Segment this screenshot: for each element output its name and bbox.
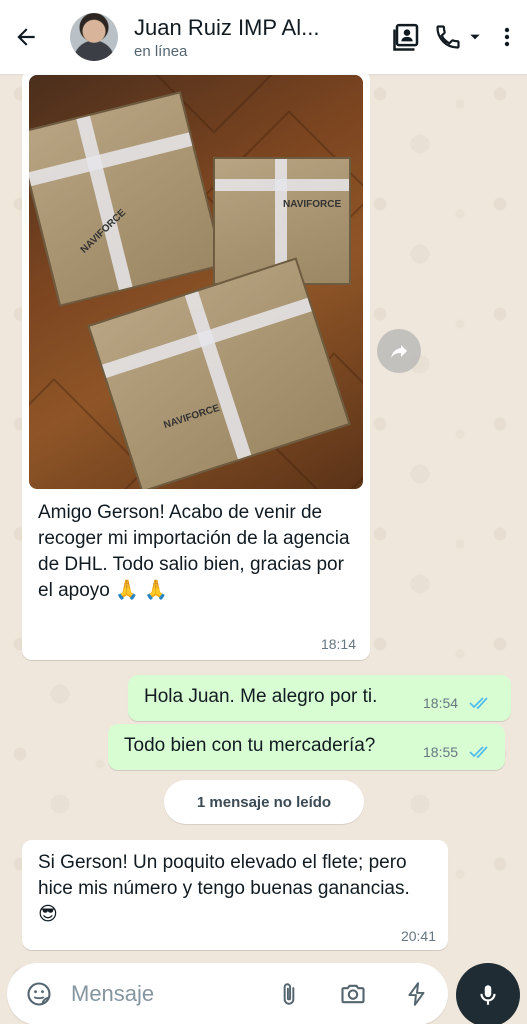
- message-time: 20:41: [400, 928, 436, 944]
- message-input[interactable]: Mensaje: [71, 981, 154, 1007]
- message-text: Todo bien con tu mercadería?: [124, 735, 376, 756]
- package-box: NAVIFORCE: [29, 91, 225, 307]
- sticker-button[interactable]: [21, 963, 57, 1024]
- contact-status: en línea: [134, 42, 188, 60]
- contact-card-icon: [393, 23, 419, 51]
- box-label: NAVIFORCE: [162, 402, 222, 432]
- quick-reply-button[interactable]: [397, 963, 437, 1024]
- arrow-back-icon: [17, 28, 35, 46]
- call-button[interactable]: [429, 0, 487, 74]
- phone-icon: [436, 25, 460, 49]
- message-time: 18:14: [320, 636, 356, 652]
- contact-avatar[interactable]: [70, 13, 118, 61]
- message-composer: Mensaje: [7, 963, 448, 1024]
- message-text: Hola Juan. Me alegro por ti.: [144, 686, 378, 707]
- camera-button[interactable]: [333, 963, 373, 1024]
- contact-name: Juan Ruiz IMP Al...: [134, 14, 320, 40]
- voice-record-button[interactable]: [456, 963, 520, 1024]
- message-photo[interactable]: NAVIFORCE NAVIFORCE NAVIFORCE: [29, 75, 363, 489]
- read-ticks-icon: [469, 697, 488, 710]
- box-label: NAVIFORCE: [283, 199, 342, 210]
- message-bubble-outgoing[interactable]: Hola Juan. Me alegro por ti. 18:54: [128, 675, 511, 721]
- more-options-button[interactable]: [487, 0, 527, 74]
- paperclip-icon: [283, 983, 295, 1005]
- message-time: 18:54: [423, 695, 459, 711]
- back-button[interactable]: [0, 0, 52, 74]
- forward-button[interactable]: [377, 329, 421, 373]
- more-vert-icon: [504, 27, 510, 47]
- message-text: Si Gerson! Un poquito elevado el flete; …: [38, 852, 410, 925]
- message-bubble-outgoing[interactable]: Todo bien con tu mercadería? 18:55: [108, 724, 505, 770]
- lightning-icon: [408, 982, 425, 1006]
- forward-icon: [391, 345, 407, 358]
- camera-icon: [341, 984, 365, 1004]
- message-bubble-incoming-photo[interactable]: NAVIFORCE NAVIFORCE NAVIFORCE Amigo Gers…: [22, 70, 370, 660]
- message-time: 18:55: [423, 744, 459, 760]
- sticker-icon: [27, 982, 51, 1006]
- attach-button[interactable]: [269, 963, 309, 1024]
- unread-messages-banner: 1 mensaje no leído: [164, 780, 364, 824]
- chevron-down-icon: [470, 34, 480, 40]
- message-bubble-incoming[interactable]: Si Gerson! Un poquito elevado el flete; …: [22, 840, 448, 950]
- read-ticks-icon: [469, 746, 488, 759]
- message-text: Amigo Gerson! Acabo de venir de recoger …: [38, 502, 350, 601]
- microphone-icon: [480, 985, 496, 1005]
- contact-card-button[interactable]: [385, 0, 429, 74]
- chat-header: Juan Ruiz IMP Al... en línea: [0, 0, 527, 74]
- contact-title-block[interactable]: Juan Ruiz IMP Al... en línea: [134, 15, 385, 60]
